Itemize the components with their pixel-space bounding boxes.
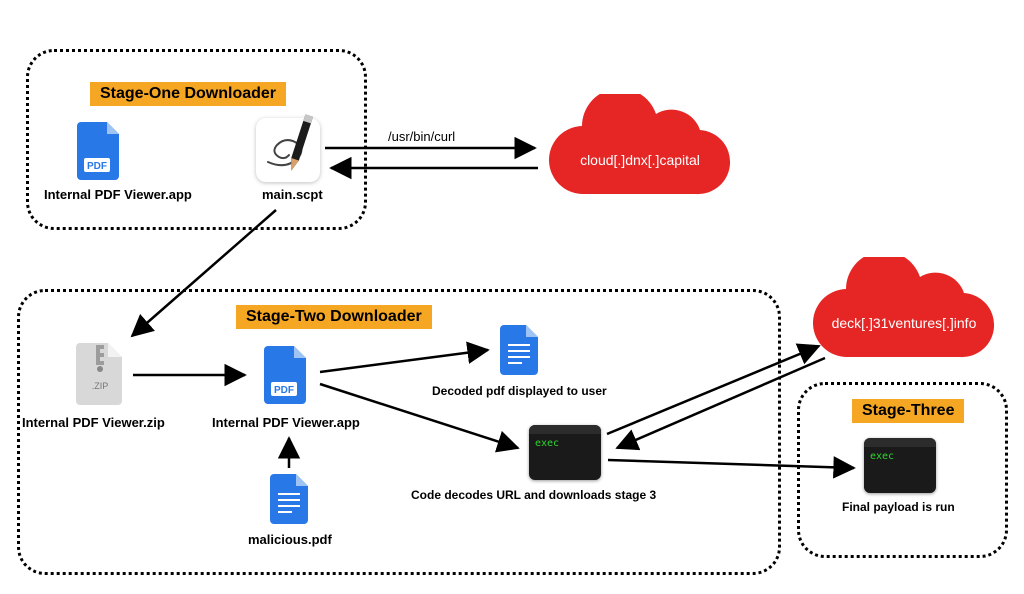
- pdf-icon-2: PDF: [262, 344, 312, 409]
- arrow-pdf-to-term: [320, 380, 528, 458]
- exec-label-2: exec: [864, 447, 936, 466]
- arrow-cloud2-to-term: [609, 356, 833, 458]
- malicious-pdf-icon: [268, 472, 312, 531]
- terminal-final: exec: [864, 438, 936, 493]
- exec-label-1: exec: [529, 434, 601, 453]
- svg-text:PDF: PDF: [274, 385, 294, 396]
- script-editor-icon: [256, 118, 320, 182]
- cloud-dnx-label: cloud[.]dnx[.]capital: [534, 152, 746, 168]
- decode-url-caption: Code decodes URL and downloads stage 3: [411, 488, 656, 502]
- zip-caption: Internal PDF Viewer.zip: [22, 415, 165, 430]
- final-payload-caption: Final payload is run: [842, 500, 955, 514]
- main-scpt-caption: main.scpt: [262, 187, 323, 202]
- arrow-curl-in: [323, 163, 545, 173]
- cloud-dnx: cloud[.]dnx[.]capital: [534, 94, 746, 214]
- arrow-pdf-to-decoded: [320, 344, 498, 382]
- stage-three-badge: Stage-Three: [852, 399, 964, 423]
- pdf-icon: PDF: [75, 120, 125, 185]
- cloud-31ventures-label: deck[.]31ventures[.]info: [798, 315, 1010, 331]
- arrow-curl-out: [325, 143, 545, 153]
- zip-ext-label: .ZIP: [92, 381, 109, 391]
- zip-icon: .ZIP: [72, 341, 128, 412]
- pdf-app-1-caption: Internal PDF Viewer.app: [44, 187, 192, 202]
- decoded-pdf-icon: [498, 323, 542, 382]
- svg-text:PDF: PDF: [87, 161, 107, 172]
- arrow-zip-to-pdf: [133, 370, 255, 380]
- arrow-term-to-final: [608, 456, 862, 474]
- arrow-scpt-to-zip: [124, 206, 284, 346]
- curl-command-label: /usr/bin/curl: [388, 129, 455, 144]
- terminal-decode: exec: [529, 425, 601, 480]
- arrow-malicious-to-pdf: [282, 432, 296, 470]
- malicious-pdf-caption: malicious.pdf: [248, 532, 332, 547]
- stage-one-badge: Stage-One Downloader: [90, 82, 286, 106]
